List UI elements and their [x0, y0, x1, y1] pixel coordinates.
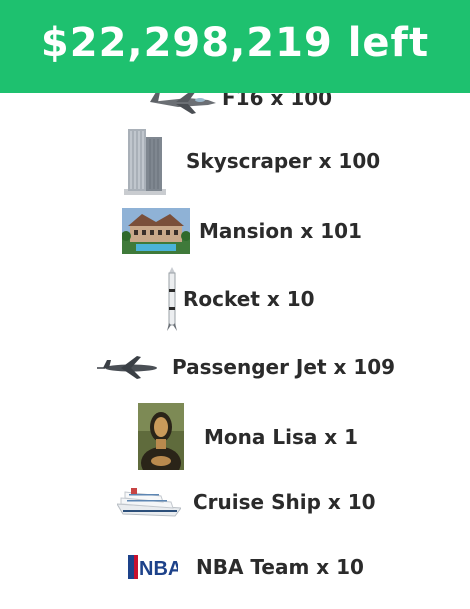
rocket-icon — [167, 267, 177, 331]
purchase-item-mansion: Mansion x 101 — [121, 208, 362, 254]
purchase-item-label: Skyscraper x 100 — [186, 149, 381, 173]
purchase-item-label: Rocket x 10 — [183, 287, 315, 311]
purchase-item-skyscraper: Skyscraper x 100 — [124, 127, 380, 195]
purchase-item-label: NBA Team x 10 — [196, 555, 364, 579]
purchase-item-nba-team: NBA NBA Team x 10 — [128, 555, 364, 580]
mona-lisa-icon — [138, 403, 184, 479]
purchase-item-rocket: Rocket x 10 — [167, 267, 315, 331]
money-left-amount: $22,298,219 left — [40, 19, 430, 66]
passenger-jet-icon — [97, 354, 161, 380]
purchase-item-label: Passenger Jet x 109 — [172, 355, 396, 379]
mansion-icon — [121, 208, 191, 254]
skyscraper-icon — [124, 127, 166, 195]
nba-logo-icon: NBA — [128, 555, 182, 580]
purchase-item-label: Cruise Ship x 10 — [193, 490, 376, 514]
purchase-item-cruise-ship: Cruise Ship x 10 — [116, 486, 376, 518]
purchase-item-passenger-jet: Passenger Jet x 109 — [97, 354, 395, 380]
purchase-item-label: Mona Lisa x 1 — [204, 424, 359, 449]
money-left-header: $22,298,219 left — [0, 0, 470, 93]
purchase-item-label: Mansion x 101 — [199, 219, 362, 243]
purchase-item-mona-lisa: Mona Lisa x 1 — [138, 403, 359, 479]
cruise-ship-icon — [116, 486, 182, 518]
svg-text:NBA: NBA — [139, 558, 178, 579]
